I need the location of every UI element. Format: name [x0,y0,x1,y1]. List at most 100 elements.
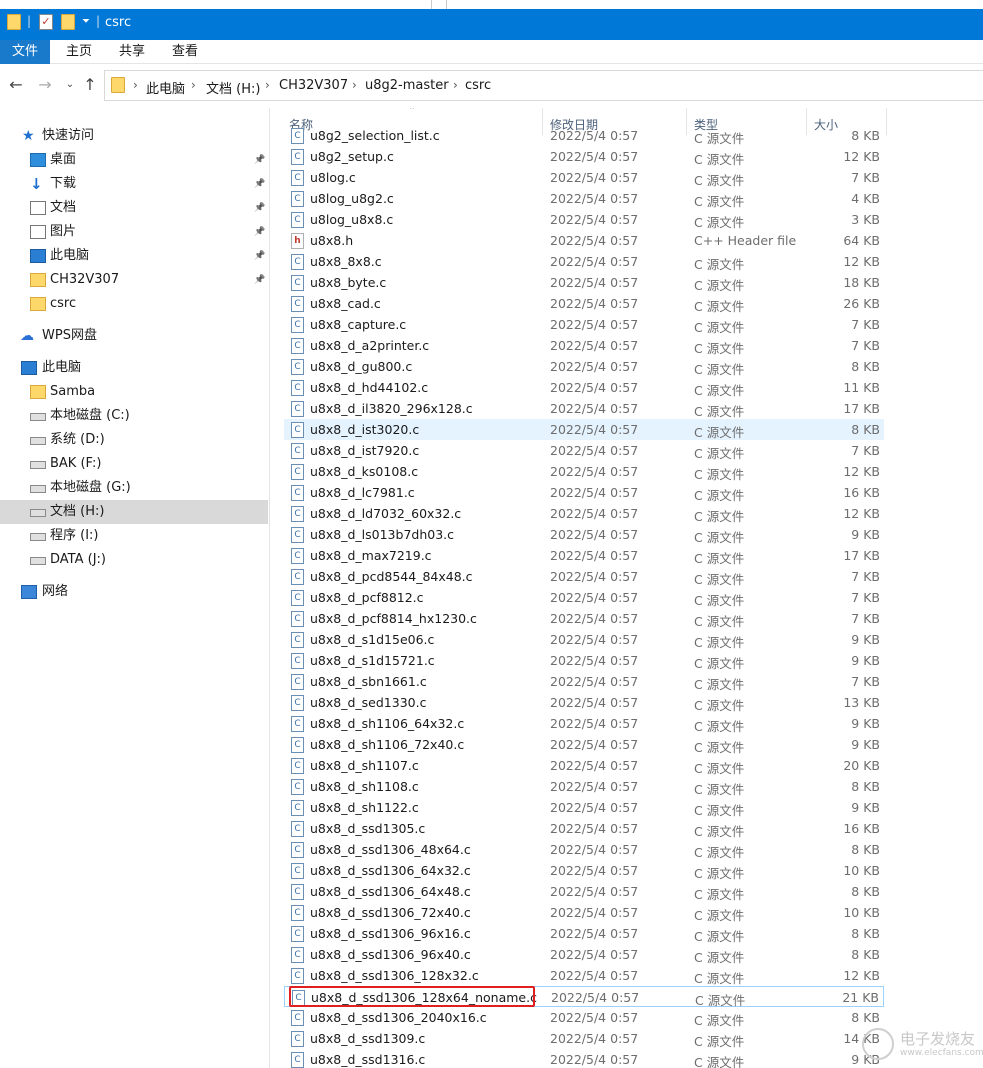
file-row[interactable]: Cu8x8_d_ssd1306_64x32.c 2022/5/4 0:57 C 源文… [284,860,884,881]
recent-locations-icon[interactable]: ⌄ [61,76,79,94]
file-row[interactable]: Cu8x8_d_hd44102.c 2022/5/4 0:57 C 源文件 11 KB [284,377,884,398]
file-row[interactable]: Cu8x8_d_ssd1306_48x64.c 2022/5/4 0:57 C 源文… [284,839,884,860]
back-icon[interactable]: ← [7,76,25,94]
file-row[interactable]: Cu8x8_d_sbn1661.c 2022/5/4 0:57 C 源文件 7 KB [284,671,884,692]
file-row[interactable]: Cu8x8_d_a2printer.c 2022/5/4 0:57 C 源文件 7 K… [284,335,884,356]
file-row[interactable]: Cu8x8_d_ssd1306_72x40.c 2022/5/4 0:57 C 源文… [284,902,884,923]
file-type: C 源文件 [694,866,745,881]
nav-item[interactable]: 本地磁盘 (C:) [0,404,268,428]
nav-item[interactable]: ↓ 下载 📌 [0,172,268,196]
chevron-right-icon[interactable]: › [191,78,196,92]
nav-item[interactable]: 图片 📌 [0,220,268,244]
breadcrumb-u8g2-master[interactable]: u8g2-master [365,78,449,93]
column-divider[interactable] [886,108,887,135]
file-size: 12 KB [843,968,880,983]
file-row[interactable]: Cu8log_u8g2.c 2022/5/4 0:57 C 源文件 4 KB [284,188,884,209]
file-row[interactable]: Cu8x8_capture.c 2022/5/4 0:57 C 源文件 7 KB [284,314,884,335]
nav-quick-access[interactable]: ★ 快速访问 [0,124,268,148]
nav-item[interactable]: 程序 (I:) [0,524,268,548]
nav-item[interactable]: 文档 📌 [0,196,268,220]
file-row[interactable]: Cu8x8_8x8.c 2022/5/4 0:57 C 源文件 12 KB [284,251,884,272]
pin-icon[interactable]: 📌 [254,172,265,196]
file-row[interactable]: Cu8g2_setup.c 2022/5/4 0:57 C 源文件 12 KB [284,146,884,167]
tab-home[interactable]: 主页 [54,40,104,64]
nav-network[interactable]: 网络 [0,580,268,604]
tab-share[interactable]: 共享 [107,40,157,64]
file-row[interactable]: Cu8x8_d_gu800.c 2022/5/4 0:57 C 源文件 8 KB [284,356,884,377]
computer-icon [21,361,37,375]
nav-item[interactable]: 桌面 📌 [0,148,268,172]
file-row[interactable]: Cu8x8_d_sed1330.c 2022/5/4 0:57 C 源文件 13 KB [284,692,884,713]
file-row[interactable]: Cu8x8_d_ssd1316.c 2022/5/4 0:57 C 源文件 9 KB [284,1049,884,1068]
nav-item[interactable]: CH32V307 📌 [0,268,268,292]
nav-item[interactable]: 文档 (H:) [0,500,268,524]
file-row[interactable]: Cu8x8_d_ssd1306_96x40.c 2022/5/4 0:57 C 源文… [284,944,884,965]
nav-item[interactable]: 本地磁盘 (G:) [0,476,268,500]
forward-icon[interactable]: → [36,76,54,94]
nav-item[interactable]: DATA (J:) [0,548,268,572]
chevron-right-icon[interactable]: › [265,78,270,92]
nav-this-pc[interactable]: 此电脑 [0,356,268,380]
file-row[interactable]: Cu8log.c 2022/5/4 0:57 C 源文件 7 KB [284,167,884,188]
file-date: 2022/5/4 0:57 [550,674,639,689]
file-row[interactable]: Cu8x8_d_ssd1306_64x48.c 2022/5/4 0:57 C 源文… [284,881,884,902]
file-row[interactable]: Cu8x8_d_il3820_296x128.c 2022/5/4 0:57 C 源… [284,398,884,419]
file-row[interactable]: Cu8x8_cad.c 2022/5/4 0:57 C 源文件 26 KB [284,293,884,314]
file-row[interactable]: Cu8x8_d_ist7920.c 2022/5/4 0:57 C 源文件 7 KB [284,440,884,461]
file-row[interactable]: Cu8x8_d_sh1107.c 2022/5/4 0:57 C 源文件 20 KB [284,755,884,776]
file-row[interactable]: Cu8x8_d_s1d15e06.c 2022/5/4 0:57 C 源文件 9 KB [284,629,884,650]
file-row[interactable]: Cu8x8_d_ls013b7dh03.c 2022/5/4 0:57 C 源文件 9… [284,524,884,545]
file-row[interactable]: h u8x8.h 2022/5/4 0:57 C++ Header file 64 KB [284,230,884,251]
file-row[interactable]: Cu8log_u8x8.c 2022/5/4 0:57 C 源文件 3 KB [284,209,884,230]
file-row[interactable]: Cu8x8_d_lc7981.c 2022/5/4 0:57 C 源文件 16 KB [284,482,884,503]
file-row[interactable]: Cu8x8_d_ist3020.c 2022/5/4 0:57 C 源文件 8 KB [284,419,884,440]
file-row[interactable]: Cu8x8_d_ssd1306_128x32.c 2022/5/4 0:57 C 源… [284,965,884,986]
chevron-right-icon[interactable]: › [453,78,458,92]
customize-toolbar-icon[interactable]: ⏷ [82,16,90,34]
pin-icon[interactable]: 📌 [254,148,265,172]
file-row[interactable]: Cu8x8_d_ssd1306_96x16.c 2022/5/4 0:57 C 源文… [284,923,884,944]
nav-item[interactable]: 系统 (D:) [0,428,268,452]
chevron-right-icon[interactable]: › [352,78,357,92]
file-row[interactable]: Cu8x8_d_ssd1306_2040x16.c 2022/5/4 0:57 C … [284,1007,884,1028]
nav-item[interactable]: BAK (F:) [0,452,268,476]
nav-wps[interactable]: ☁ WPS网盘 [0,324,268,348]
file-row[interactable]: Cu8x8_d_ssd1309.c 2022/5/4 0:57 C 源文件 14 KB [284,1028,884,1049]
file-row[interactable]: Cu8x8_d_max7219.c 2022/5/4 0:57 C 源文件 17 KB [284,545,884,566]
breadcrumb-csrc[interactable]: csrc [465,78,491,93]
nav-item[interactable]: csrc [0,292,268,316]
new-folder-icon[interactable] [61,14,75,30]
file-row[interactable]: Cu8g2_selection_list.c 2022/5/4 0:57 C 源文件… [284,125,884,146]
file-name: u8x8_d_s1d15721.c [310,653,435,668]
file-row[interactable]: Cu8x8_d_pcd8544_84x48.c 2022/5/4 0:57 C 源文… [284,566,884,587]
file-row[interactable]: Cu8x8_d_ld7032_60x32.c 2022/5/4 0:57 C 源文件… [284,503,884,524]
nav-item[interactable]: 此电脑 📌 [0,244,268,268]
pin-icon[interactable]: 📌 [254,196,265,220]
tab-file[interactable]: 文件 [0,40,50,64]
file-row[interactable]: Cu8x8_d_sh1106_64x32.c 2022/5/4 0:57 C 源文件… [284,713,884,734]
file-row[interactable]: Cu8x8_d_ks0108.c 2022/5/4 0:57 C 源文件 12 KB [284,461,884,482]
pin-icon[interactable]: 📌 [254,220,265,244]
file-row[interactable]: Cu8x8_d_pcf8814_hx1230.c 2022/5/4 0:57 C 源… [284,608,884,629]
breadcrumb-ch32v307[interactable]: CH32V307 [279,78,348,93]
file-row[interactable]: Cu8x8_d_pcf8812.c 2022/5/4 0:57 C 源文件 7 KB [284,587,884,608]
pin-icon[interactable]: 📌 [254,244,265,268]
file-row[interactable]: Cu8x8_d_sh1106_72x40.c 2022/5/4 0:57 C 源文件… [284,734,884,755]
breadcrumb-this-pc[interactable]: 此电脑 [146,78,185,97]
chevron-right-icon[interactable]: › [133,78,138,92]
pin-icon[interactable]: 📌 [254,268,265,292]
up-icon[interactable]: ↑ [81,76,99,94]
nav-item[interactable]: Samba [0,380,268,404]
file-row[interactable]: Cu8x8_d_ssd1305.c 2022/5/4 0:57 C 源文件 16 KB [284,818,884,839]
file-row[interactable]: Cu8x8_d_sh1122.c 2022/5/4 0:57 C 源文件 9 KB [284,797,884,818]
file-row[interactable]: Cu8x8_d_s1d15721.c 2022/5/4 0:57 C 源文件 9 KB [284,650,884,671]
file-row[interactable]: Cu8x8_byte.c 2022/5/4 0:57 C 源文件 18 KB [284,272,884,293]
c-file-icon: C [291,968,304,984]
breadcrumb-drive[interactable]: 文档 (H:) [206,78,260,97]
file-row[interactable]: Cu8x8_d_sh1108.c 2022/5/4 0:57 C 源文件 8 KB [284,776,884,797]
tab-view[interactable]: 查看 [160,40,210,64]
address-bar[interactable]: › 此电脑 › 文档 (H:) › CH32V307 › u8g2-master… [104,70,983,101]
file-type: C 源文件 [694,215,745,230]
properties-icon[interactable]: ✓ [39,14,53,30]
file-size: 12 KB [843,464,880,479]
